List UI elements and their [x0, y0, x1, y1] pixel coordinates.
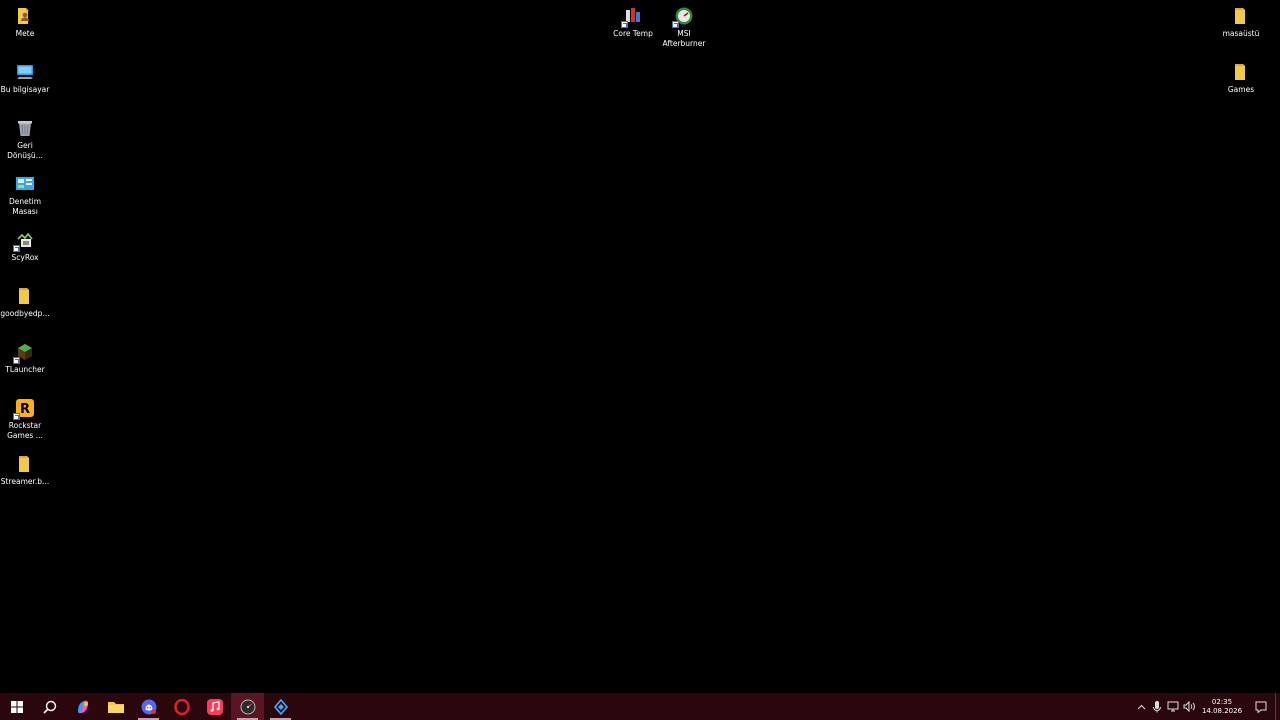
shortcut-arrow-icon [621, 21, 628, 28]
desktop-icon-label: Denetim Masası [8, 197, 42, 216]
volume-icon[interactable] [1181, 693, 1197, 720]
shortcut-arrow-icon [13, 245, 20, 252]
microphone-icon[interactable] [1149, 693, 1165, 720]
tlauncher-icon [13, 342, 35, 364]
computer-icon [15, 62, 35, 82]
diamond-app-button[interactable] [264, 693, 297, 720]
desktop-icon-this-pc[interactable]: Bu bilgisayar [0, 56, 50, 110]
start-button[interactable] [0, 693, 33, 720]
taskbar-clock[interactable]: 02:35 14.08.2026 [1197, 693, 1247, 720]
diamond-icon [273, 698, 288, 715]
network-icon[interactable] [1165, 693, 1181, 720]
discord-icon [141, 699, 156, 714]
desktop-icon-rockstar[interactable]: R Rockstar Games ... [0, 392, 50, 446]
discord-button[interactable] [132, 693, 165, 720]
folder-user-icon [15, 6, 35, 26]
desktop-icon-label: Geri Dönüşü... [7, 141, 43, 160]
clock-date: 14.08.2026 [1201, 706, 1243, 715]
desktop-icon-label: Core Temp [613, 29, 653, 38]
show-desktop-button[interactable] [1275, 693, 1280, 720]
folder-icon [15, 454, 35, 474]
core-temp-icon [621, 6, 643, 28]
recycle-bin-icon [15, 118, 35, 138]
music-button[interactable] [198, 693, 231, 720]
desktop-icon-msi-afterburner[interactable]: MSI Afterburner [659, 0, 709, 54]
shortcut-arrow-icon [13, 413, 20, 420]
desktop-icon-scyrox[interactable]: ScyRox [0, 224, 50, 278]
shortcut-arrow-icon [13, 357, 20, 364]
desktop-icon-label: Rockstar Games ... [7, 421, 43, 440]
desktop-icon-label: MSI Afterburner [662, 29, 706, 48]
clock-time: 02:35 [1211, 697, 1233, 706]
msi-afterburner-icon [672, 6, 694, 28]
desktop-icon-label: ScyRox [11, 253, 39, 262]
gauge-app-button[interactable] [231, 693, 264, 720]
taskbar: 02:35 14.08.2026 [0, 693, 1280, 720]
desktop-icon-tlauncher[interactable]: TLauncher [0, 336, 50, 390]
scyrox-icon [13, 230, 35, 252]
folder-icon [1231, 62, 1251, 82]
desktop-icon-masaustu[interactable]: masaüstü [1216, 0, 1266, 54]
svg-text:R: R [20, 402, 30, 417]
folder-icon [1231, 6, 1251, 26]
copilot-icon [77, 700, 88, 713]
rockstar-icon: R [13, 398, 35, 420]
opera-icon [173, 698, 190, 715]
system-tray: 02:35 14.08.2026 [1133, 693, 1280, 720]
desktop-icon-label: Games [1227, 85, 1255, 94]
desktop-icon-label: goodbyedp... [0, 309, 50, 318]
notification-center-button[interactable] [1247, 693, 1275, 720]
desktop-icon-label: Mete [15, 29, 35, 38]
chevron-up-icon[interactable] [1133, 693, 1149, 720]
gauge-icon [240, 699, 255, 714]
folder-icon [107, 701, 124, 713]
desktop-icon-games[interactable]: Games [1216, 56, 1266, 110]
opera-button[interactable] [165, 693, 198, 720]
desktop-icon-label: Bu bilgisayar [0, 85, 50, 94]
shortcut-arrow-icon [672, 21, 679, 28]
desktop-icon-streamer[interactable]: Streamer.b... [0, 448, 50, 502]
desktop-icon-mete[interactable]: Mete [0, 0, 50, 54]
desktop-icon-control-panel[interactable]: Denetim Masası [0, 168, 50, 222]
desktop-icon-label: Streamer.b... [0, 477, 50, 486]
windows-start-icon [10, 700, 23, 713]
desktop-icon-label: TLauncher [5, 365, 45, 374]
desktop-icon-core-temp[interactable]: Core Temp [608, 0, 658, 54]
music-icon [206, 698, 223, 715]
notification-icon [1255, 701, 1267, 713]
desktop[interactable]: Mete Bu bilgisayar Geri Dönüşü... Deneti… [0, 0, 1280, 693]
desktop-icon-recycle-bin[interactable]: Geri Dönüşü... [0, 112, 50, 166]
copilot-button[interactable] [66, 693, 99, 720]
desktop-icon-goodbyedp[interactable]: goodbyedp... [0, 280, 50, 334]
folder-icon [15, 286, 35, 306]
search-icon [42, 700, 56, 714]
file-explorer-button[interactable] [99, 693, 132, 720]
desktop-icon-label: masaüstü [1222, 29, 1260, 38]
search-button[interactable] [33, 693, 66, 720]
control-panel-icon [15, 174, 35, 194]
